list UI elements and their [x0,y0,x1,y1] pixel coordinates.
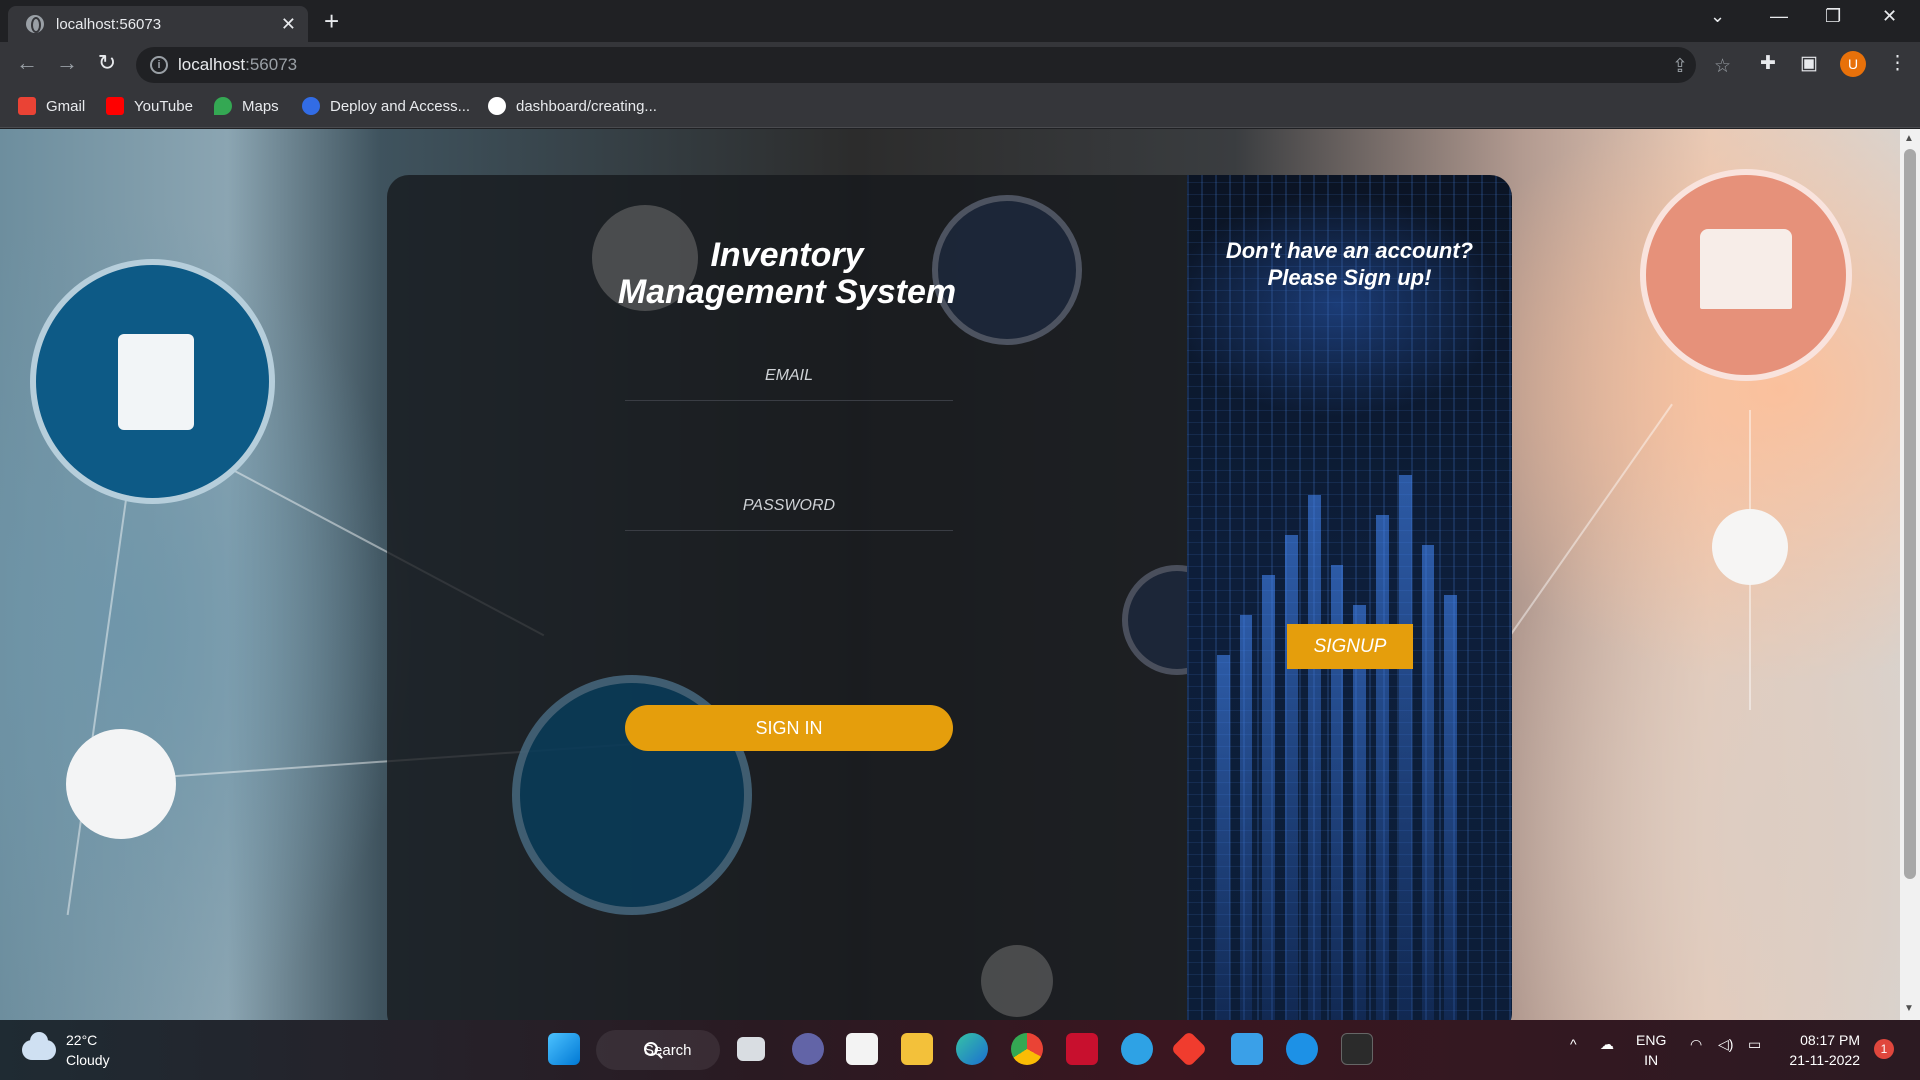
sign-in-button[interactable]: SIGN IN [625,705,953,751]
search-icon [644,1042,658,1056]
taskbar: 22°C Cloudy Search ^ ☁ ENG IN ◠ ◁) ▭ 08:… [0,1020,1920,1080]
maps-icon [214,97,232,115]
url-text[interactable]: localhost:56073 [178,55,297,75]
tray-chevron-icon[interactable]: ^ [1570,1036,1577,1052]
gmail-icon [18,97,36,115]
extensions-icon[interactable]: ✚ [1760,52,1776,75]
reload-icon[interactable]: ↻ [92,50,122,76]
scroll-up-icon[interactable]: ▲ [1904,133,1914,144]
close-window-icon[interactable]: ✕ [1882,6,1897,27]
bookmark-dashboard[interactable]: dashboard/creating... [488,97,657,115]
bookmarks-bar: Gmail YouTube Maps Deploy and Access... … [0,88,1920,128]
git-icon[interactable] [1170,1030,1208,1068]
task-view-icon[interactable] [737,1037,765,1061]
kubernetes-icon [302,97,320,115]
cloud-icon [22,1032,56,1060]
signup-button[interactable]: SIGNUP [1287,624,1413,669]
white-node [66,729,176,839]
restore-icon[interactable]: ❐ [1825,6,1841,27]
help-icon[interactable] [1121,1033,1153,1065]
page-background: Inventory Management System SIGN IN Don'… [0,129,1900,1020]
signin-panel: Inventory Management System SIGN IN [387,175,1232,1020]
github-icon [488,97,506,115]
app-title: Inventory Management System [617,236,957,311]
bookmark-deploy[interactable]: Deploy and Access... [302,97,470,115]
profile-avatar[interactable]: U [1840,51,1866,77]
bookmark-maps[interactable]: Maps [214,97,279,115]
scroll-thumb[interactable] [1904,149,1916,879]
minimize-icon[interactable]: — [1770,6,1788,27]
browser-toolbar: ← → ↻ i localhost:56073 ⇪ ☆ ✚ ▣ U ⋮ [0,42,1920,88]
notepad-icon[interactable] [1231,1033,1263,1065]
start-icon[interactable] [548,1033,580,1065]
warehouse-icon [1700,229,1792,309]
terminal-icon[interactable] [1341,1033,1373,1065]
browser-tab[interactable]: localhost:56073 ✕ [8,6,308,42]
menu-icon[interactable]: ⋮ [1888,52,1907,75]
mcafee-icon[interactable] [1066,1033,1098,1065]
back-icon[interactable]: ← [12,50,42,76]
notification-badge[interactable]: 1 [1874,1039,1894,1059]
network-line [1499,403,1673,651]
scroll-down-icon[interactable]: ▼ [1904,1003,1914,1014]
tab-title: localhost:56073 [56,15,162,33]
signup-panel: Don't have an account? Please Sign up! S… [1187,175,1512,1020]
youtube-icon [106,97,124,115]
address-bar[interactable]: i localhost:56073 ⇪ ☆ [136,47,1731,83]
close-tab-icon[interactable]: ✕ [281,14,296,35]
clipboard-icon [118,334,194,430]
bookmark-gmail[interactable]: Gmail [18,97,85,115]
battery-icon[interactable]: ▭ [1748,1036,1761,1053]
clock[interactable]: 08:17 PM 21-11-2022 [1788,1030,1860,1070]
weather-widget[interactable]: 22°C Cloudy [22,1030,110,1070]
taskbar-search[interactable]: Search [596,1030,720,1070]
bar-graph-decoration [1217,475,1458,1020]
tab-search-icon[interactable]: ⌄ [1710,6,1725,27]
white-node [1712,509,1788,585]
bookmark-youtube[interactable]: YouTube [106,97,193,115]
forward-icon[interactable]: → [52,50,82,76]
bookmark-star-icon[interactable]: ☆ [1714,55,1731,78]
globe-icon [26,15,44,33]
chat-icon[interactable] [792,1033,824,1065]
edge-icon[interactable] [956,1033,988,1065]
signup-prompt: Don't have an account? Please Sign up! [1225,238,1474,290]
docker-icon[interactable] [1286,1033,1318,1065]
password-field[interactable] [625,481,953,531]
side-panel-icon[interactable]: ▣ [1800,52,1818,75]
file-explorer-icon[interactable] [901,1033,933,1065]
gray-node [981,945,1053,1017]
volume-icon[interactable]: ◁) [1718,1036,1733,1053]
store-icon[interactable] [846,1033,878,1065]
new-tab-button[interactable]: + [324,6,339,36]
wifi-icon[interactable]: ◠ [1690,1036,1702,1053]
browser-tab-bar: localhost:56073 ✕ + ⌄ — ❐ ✕ [0,0,1920,42]
onedrive-icon[interactable]: ☁ [1600,1036,1614,1053]
page-scrollbar[interactable]: ▲ ▼ [1900,129,1920,1020]
auth-card: Inventory Management System SIGN IN Don'… [387,175,1512,1020]
share-icon[interactable]: ⇪ [1672,55,1688,78]
site-info-icon[interactable]: i [150,56,168,74]
language-indicator[interactable]: ENG IN [1636,1030,1666,1070]
email-field[interactable] [625,351,953,401]
chrome-icon[interactable] [1011,1033,1043,1065]
